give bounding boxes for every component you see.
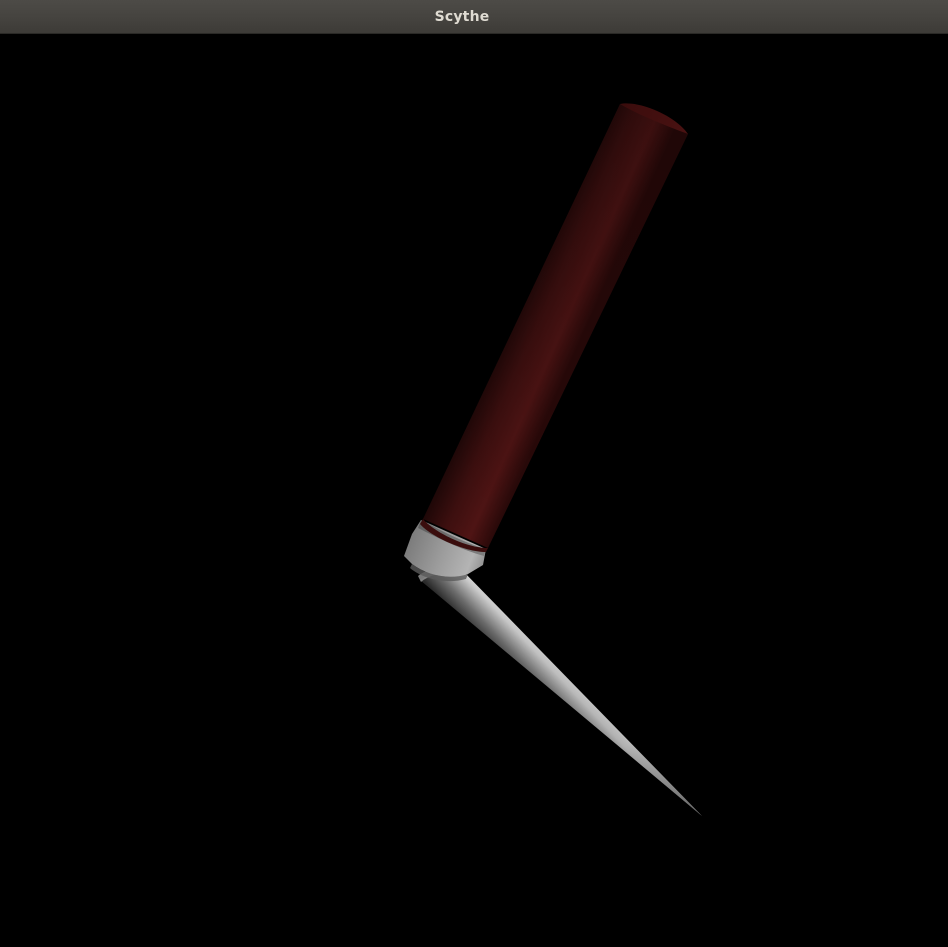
render-viewport[interactable] (0, 34, 948, 947)
title-bar[interactable]: Scythe (0, 0, 948, 34)
window-title: Scythe (434, 8, 490, 25)
scythe-handle-icon (420, 103, 688, 552)
application-window: Scythe (0, 0, 948, 947)
scythe-blade-icon (418, 566, 702, 816)
scythe-scene (404, 103, 702, 816)
